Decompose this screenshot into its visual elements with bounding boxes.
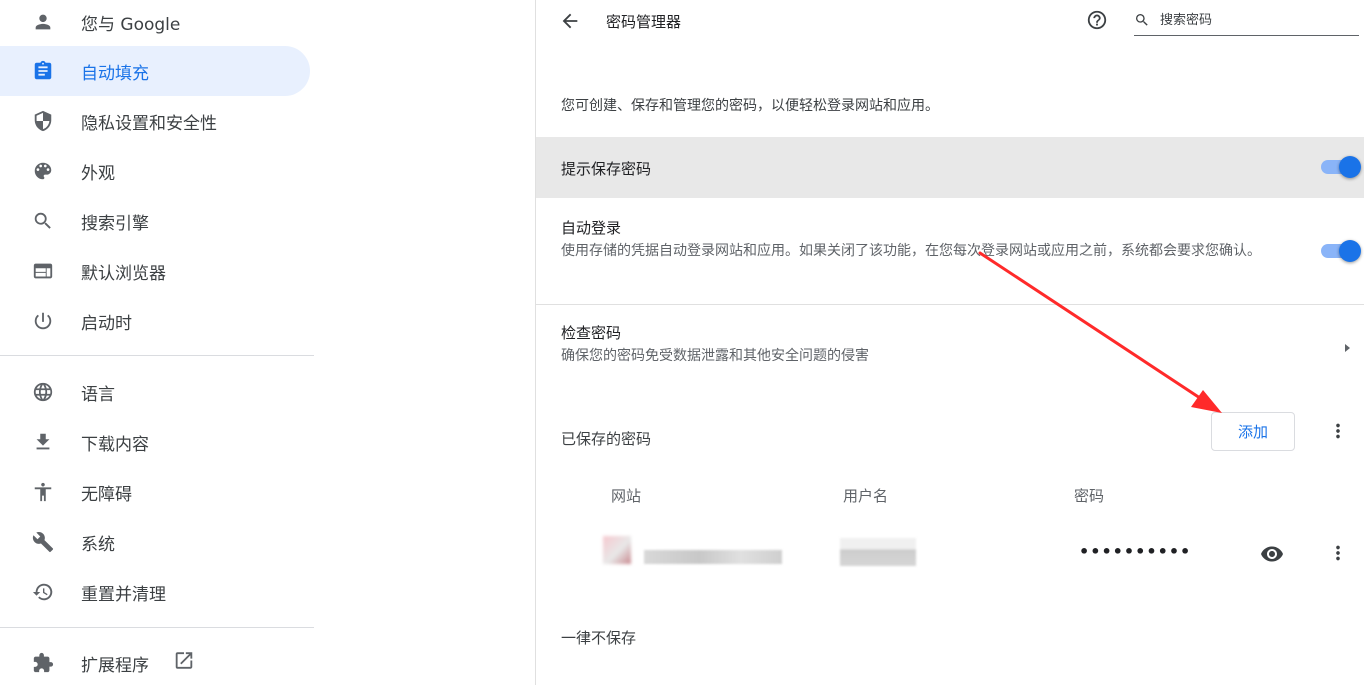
more-vert-icon[interactable]: [1327, 420, 1351, 444]
offer-save-toggle[interactable]: [1321, 155, 1361, 179]
never-saved-heading: 一律不保存: [561, 629, 637, 647]
history-icon: [31, 580, 55, 604]
column-header-password: 密码: [1074, 487, 1105, 505]
sidebar-item-label: 下载内容: [81, 434, 149, 455]
check-passwords-label: 检查密码: [561, 324, 622, 342]
site-url-redacted: [644, 550, 782, 564]
sidebar-item-default-browser[interactable]: 默认浏览器: [0, 246, 310, 296]
password-manager-panel: 密码管理器 您可创建、保存和管理您的密码，以便轻松登录网站和应用。 提示保存密码…: [535, 0, 1364, 685]
auto-signin-toggle[interactable]: [1321, 239, 1361, 263]
download-icon: [31, 430, 55, 454]
sidebar-item-accessibility[interactable]: 无障碍: [0, 467, 310, 517]
sidebar-item-downloads[interactable]: 下载内容: [0, 417, 310, 467]
sidebar-divider: [0, 355, 314, 356]
search-passwords-field[interactable]: [1134, 6, 1359, 36]
sidebar-item-label: 自动填充: [81, 63, 149, 84]
page-header: 密码管理器: [536, 0, 1364, 44]
auto-signin-description: 使用存储的凭据自动登录网站和应用。如果关闭了该功能，在您每次登录网站或应用之前，…: [561, 243, 1261, 259]
open-in-new-icon: [173, 650, 195, 677]
browser-icon: [31, 259, 55, 283]
offer-save-passwords-row[interactable]: 提示保存密码: [536, 137, 1364, 198]
sidebar-item-you-and-google[interactable]: 您与 Google: [0, 0, 310, 47]
sidebar-item-label: 您与 Google: [81, 14, 181, 35]
sidebar-item-label: 扩展程序: [81, 655, 149, 676]
settings-sidebar: 您与 Google 自动填充 隐私设置和安全性 外观 搜索引擎 默认浏览器 启动…: [0, 0, 535, 685]
search-icon: [31, 209, 55, 233]
sidebar-divider: [0, 627, 314, 628]
column-header-username: 用户名: [843, 487, 889, 505]
help-icon[interactable]: [1086, 9, 1110, 33]
add-password-button[interactable]: 添加: [1211, 412, 1295, 451]
person-icon: [31, 10, 55, 34]
check-passwords-description: 确保您的密码免受数据泄露和其他安全问题的侵害: [561, 348, 869, 364]
back-arrow-icon[interactable]: [559, 10, 583, 34]
check-passwords-row[interactable]: 检查密码 确保您的密码免受数据泄露和其他安全问题的侵害: [536, 305, 1364, 379]
clipboard-icon: [31, 59, 55, 83]
page-title: 密码管理器: [606, 13, 682, 31]
wrench-icon: [31, 530, 55, 554]
search-passwords-input[interactable]: [1160, 9, 1355, 31]
sidebar-item-label: 系统: [81, 534, 115, 555]
site-favicon: [603, 536, 631, 564]
username-redacted: [840, 538, 916, 566]
shield-icon: [31, 109, 55, 133]
sidebar-item-languages[interactable]: 语言: [0, 367, 310, 417]
sidebar-item-label: 重置并清理: [81, 584, 166, 605]
sidebar-item-label: 启动时: [81, 313, 132, 334]
column-header-website: 网站: [611, 487, 642, 505]
sidebar-item-extensions[interactable]: 扩展程序: [0, 638, 310, 685]
offer-save-label: 提示保存密码: [561, 160, 652, 178]
sidebar-item-appearance[interactable]: 外观: [0, 146, 310, 196]
accessibility-icon: [31, 480, 55, 504]
sidebar-item-label: 默认浏览器: [81, 263, 166, 284]
more-vert-icon[interactable]: [1327, 542, 1351, 566]
auto-signin-row: 自动登录 使用存储的凭据自动登录网站和应用。如果关闭了该功能，在您每次登录网站或…: [536, 198, 1364, 304]
sidebar-item-label: 隐私设置和安全性: [81, 113, 217, 134]
palette-icon: [31, 159, 55, 183]
auto-signin-label: 自动登录: [561, 219, 622, 237]
password-masked: ••••••••••: [1079, 542, 1192, 561]
sidebar-item-label: 外观: [81, 163, 115, 184]
sidebar-item-label: 搜索引擎: [81, 213, 149, 234]
power-icon: [31, 309, 55, 333]
chevron-right-icon[interactable]: [1341, 339, 1353, 352]
sidebar-item-label: 语言: [81, 384, 115, 405]
globe-icon: [31, 380, 55, 404]
sidebar-item-autofill[interactable]: 自动填充: [0, 46, 310, 96]
show-password-eye-icon[interactable]: [1260, 542, 1286, 568]
sidebar-item-reset-cleanup[interactable]: 重置并清理: [0, 567, 310, 617]
sidebar-item-on-startup[interactable]: 启动时: [0, 296, 310, 346]
sidebar-item-system[interactable]: 系统: [0, 517, 310, 567]
puzzle-icon: [31, 651, 55, 675]
saved-passwords-heading: 已保存的密码: [561, 430, 652, 448]
page-description: 您可创建、保存和管理您的密码，以便轻松登录网站和应用。: [561, 98, 939, 114]
saved-password-row: [536, 530, 1364, 578]
search-icon: [1134, 12, 1152, 30]
sidebar-item-search-engine[interactable]: 搜索引擎: [0, 196, 310, 246]
sidebar-item-label: 无障碍: [81, 484, 132, 505]
sidebar-item-privacy-security[interactable]: 隐私设置和安全性: [0, 96, 310, 146]
